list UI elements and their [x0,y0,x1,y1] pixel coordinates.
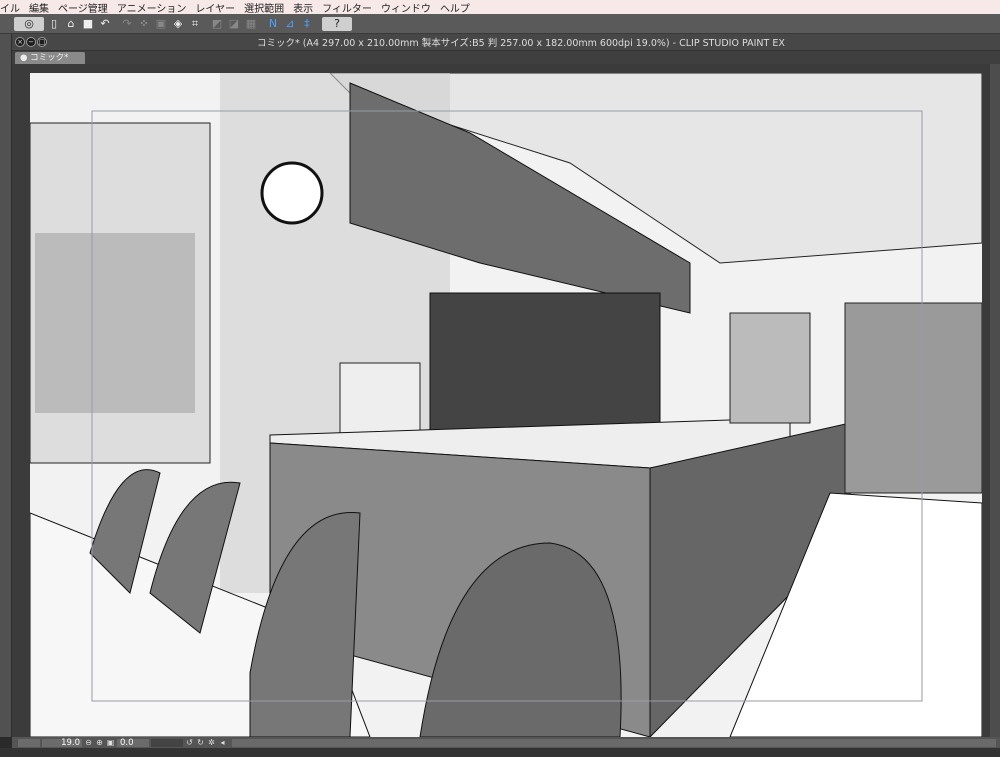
desktop-background [0,748,1000,757]
canvas-illustration[interactable] [30,73,982,737]
close-icon[interactable]: × [15,37,25,47]
menu-help[interactable]: ヘルプ [440,0,470,15]
tab-bar: ● コミック* [12,51,1000,64]
help-icon: ? [334,16,340,30]
minimize-icon[interactable]: − [26,37,36,47]
status-bar: 19.0 ⊖ ⊕ ▣ 0.0 ↺ ↻ ✲ ◂ [12,737,1000,748]
wall-clock [260,161,324,225]
clip-studio-icon[interactable]: ◎ [14,16,44,31]
maximize-icon[interactable]: □ [37,37,47,47]
rotate-right-icon[interactable]: ↻ [196,738,205,747]
snap-ruler-icon[interactable]: N [266,17,280,31]
menu-selection[interactable]: 選択範囲 [244,0,284,15]
menu-file[interactable]: イル [0,0,20,15]
undo-icon[interactable]: ↶ [98,17,112,31]
menu-filter[interactable]: フィルター [322,0,372,15]
tab-comic[interactable]: ● コミック* [15,52,85,64]
open-file-icon[interactable]: ⌂ [64,17,78,31]
menu-page[interactable]: ページ管理 [58,0,108,15]
menu-window[interactable]: ウィンドウ [381,0,431,15]
window-title: コミック* (A4 297.00 x 210.00mm 製本サイズ:B5 判 2… [257,38,785,49]
zoom-out-icon[interactable]: ⊖ [84,738,93,747]
rotation-slider[interactable] [151,738,183,747]
canvas-area[interactable] [12,64,990,737]
scroll-left-icon[interactable]: ◂ [218,738,227,747]
menu-view[interactable]: 表示 [293,0,313,15]
help-button[interactable]: ? [322,16,352,31]
menu-bar: イル 編集 ページ管理 アニメーション レイヤー 選択範囲 表示 フィルター ウ… [0,0,1000,15]
save-icon[interactable]: ■ [81,17,95,31]
cafe-interior-illustration [30,73,982,737]
fit-screen-icon[interactable]: ▣ [106,738,115,747]
horizontal-scrollbar[interactable] [232,738,996,747]
rotate-left-icon[interactable]: ↺ [185,738,194,747]
snap-special-icon[interactable]: ⊿ [283,17,297,31]
ruler2-icon[interactable]: ◪ [227,17,241,31]
grid-icon[interactable]: ▦ [244,17,258,31]
menu-layer[interactable]: レイヤー [195,0,235,15]
new-file-icon[interactable]: ▯ [47,17,61,31]
fill-icon[interactable]: ◈ [171,17,185,31]
selection-icon[interactable]: ▣ [154,17,168,31]
menu-edit[interactable]: 編集 [29,0,49,15]
zoom-field[interactable]: 19.0 [42,738,82,747]
redo-icon[interactable]: ↷ [120,17,134,31]
menu-animation[interactable]: アニメーション [117,0,187,15]
transform-icon[interactable]: ⁘ [137,17,151,31]
vertical-scrollbar[interactable] [990,64,1000,737]
command-bar: ◎ ▯ ⌂ ■ ↶ ↷ ⁘ ▣ ◈ ⌗ ◩ ◪ ▦ N ⊿ ‡ ? [0,14,1000,34]
document-title-bar: × − □ コミック* (A4 297.00 x 210.00mm 製本サイズ:… [12,34,1000,51]
zoom-in-icon[interactable]: ⊕ [95,738,104,747]
rotation-field[interactable]: 0.0 [117,738,149,747]
reset-rotation-icon[interactable]: ✲ [207,738,216,747]
ruler-icon[interactable]: ◩ [210,17,224,31]
status-spacer [18,738,40,747]
left-panel-edge[interactable] [0,34,12,737]
fit-icon[interactable]: ⌗ [188,17,202,31]
snap-grid-icon[interactable]: ‡ [300,17,314,31]
